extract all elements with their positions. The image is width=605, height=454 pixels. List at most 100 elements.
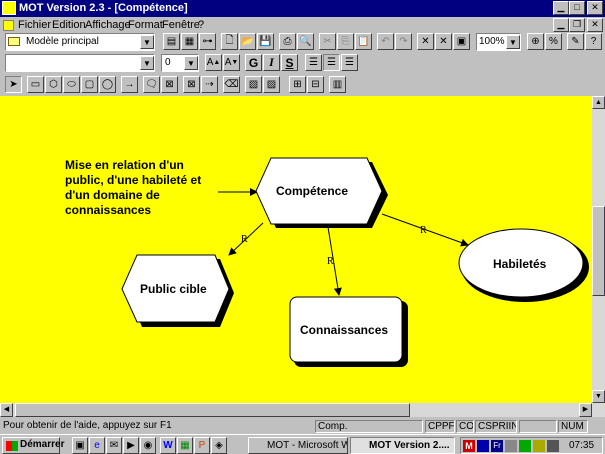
quicklaunch-excel-icon[interactable]: ▦	[177, 437, 193, 454]
menu-affichage[interactable]: Affichage	[85, 19, 131, 31]
quicklaunch-app-icon[interactable]: ◉	[140, 437, 156, 454]
bring-front-icon[interactable]: ▧	[245, 76, 262, 93]
italic-button[interactable]: I	[263, 54, 280, 71]
eraser-tool-icon[interactable]: ⌫	[223, 76, 240, 93]
delete-all-icon[interactable]: ✕	[435, 33, 452, 50]
model-select[interactable]: Modèle principal ▼	[5, 33, 155, 51]
close-button[interactable]: ✕	[587, 1, 603, 15]
oval-tool-icon[interactable]: ◯	[99, 76, 116, 93]
print-icon[interactable]: ⎙	[279, 33, 296, 50]
font-select[interactable]: ▼	[5, 54, 155, 72]
delete-icon[interactable]: ✕	[417, 33, 434, 50]
task-word[interactable]: MOT - Microsoft Word	[248, 437, 348, 454]
link-tool-icon[interactable]: ⊠	[161, 76, 178, 93]
ellipse-tool-icon[interactable]: ⬭	[63, 76, 80, 93]
redo-icon[interactable]: ↷	[395, 33, 412, 50]
scroll-left-button[interactable]: ◀	[0, 403, 13, 417]
scroll-down-button[interactable]: ▼	[592, 390, 605, 403]
menu-format[interactable]: Format	[128, 19, 163, 31]
clock[interactable]: 07:35	[569, 440, 594, 451]
decrease-font-icon[interactable]: A ▼	[223, 54, 240, 71]
chevron-down-icon[interactable]: ▼	[506, 35, 520, 49]
task-mot[interactable]: MOT Version 2....	[350, 437, 455, 454]
paste-icon[interactable]: 📋	[355, 33, 372, 50]
document-icon[interactable]	[3, 20, 14, 31]
zoom-value: 100%	[479, 36, 505, 47]
align-left-icon[interactable]: ☰	[305, 54, 322, 71]
vertical-scrollbar[interactable]: ▲ ▼	[592, 96, 605, 417]
menu-fenetre[interactable]: Fenêtre	[162, 19, 200, 31]
undo-icon[interactable]: ↶	[377, 33, 394, 50]
minimize-button[interactable]: ▁	[553, 1, 569, 15]
tray-printer-icon[interactable]	[547, 440, 559, 452]
start-label: Démarrer	[20, 439, 65, 450]
tray-network-icon[interactable]	[477, 440, 489, 452]
start-button[interactable]: Démarrer	[2, 437, 64, 454]
menu-fichier[interactable]: Fichier	[18, 19, 51, 31]
help-pointer-icon[interactable]: ?	[585, 33, 602, 50]
quicklaunch-outlook-icon[interactable]: ✉	[106, 437, 122, 454]
strike-button[interactable]: S	[281, 54, 298, 71]
copy-icon[interactable]: ⎘	[337, 33, 354, 50]
scroll-up-button[interactable]: ▲	[592, 96, 605, 109]
print-preview-icon[interactable]: 🔍	[297, 33, 314, 50]
quicklaunch-media-icon[interactable]: ▶	[123, 437, 139, 454]
group-tool-icon[interactable]: ⊠	[183, 76, 200, 93]
doc-close-button[interactable]: ✕	[587, 18, 603, 32]
maximize-button[interactable]: □	[569, 1, 585, 15]
pointer-icon[interactable]: ➤	[5, 76, 22, 93]
distribute-icon[interactable]: ⊟	[307, 76, 324, 93]
quicklaunch-desktop-icon[interactable]: ▣	[72, 437, 88, 454]
quicklaunch-ie-icon[interactable]: e	[89, 437, 105, 454]
tray-display-icon[interactable]	[519, 440, 531, 452]
zoom-select[interactable]: 100% ▼	[476, 33, 521, 51]
tray-security-icon[interactable]	[505, 440, 517, 452]
new-file-icon[interactable]: 🗋	[221, 33, 238, 50]
menu-edition[interactable]: Edition	[52, 19, 86, 31]
tray-language-icon[interactable]: Fr	[491, 440, 503, 452]
align-center-icon[interactable]: ☰	[323, 54, 340, 71]
quicklaunch-other-icon[interactable]: ◈	[211, 437, 227, 454]
chevron-down-icon[interactable]: ▼	[140, 56, 154, 70]
doc-restore-button[interactable]: ❐	[569, 18, 585, 32]
tray-app-icon[interactable]: M	[463, 440, 475, 452]
scroll-thumb-horizontal[interactable]	[15, 403, 410, 417]
quicklaunch-word-icon[interactable]: W	[160, 437, 176, 454]
scroll-thumb-vertical[interactable]	[592, 206, 605, 296]
sheet-icon[interactable]: ▤	[163, 33, 180, 50]
font-size-select[interactable]: 0 ▼	[161, 54, 199, 72]
align-grid-icon[interactable]: ⊞	[289, 76, 306, 93]
hexagon-tool-icon[interactable]: ⬡	[45, 76, 62, 93]
tree-icon[interactable]: ⊶	[199, 33, 216, 50]
percent-icon[interactable]: %	[545, 33, 562, 50]
link-label-public: R	[241, 234, 248, 245]
zoom-fit-icon[interactable]: ⊕	[527, 33, 544, 50]
grid-icon[interactable]: ▦	[181, 33, 198, 50]
cut-icon[interactable]: ✂	[319, 33, 336, 50]
arrow-tool-icon[interactable]: →	[121, 76, 138, 93]
comment-tool-icon[interactable]: 🗨	[143, 76, 160, 93]
tray-volume-icon[interactable]	[533, 440, 545, 452]
app-icon[interactable]	[2, 1, 16, 15]
send-back-icon[interactable]: ▨	[263, 76, 280, 93]
diagram-canvas[interactable]: Mise en relation d'un public, d'une habi…	[0, 96, 592, 403]
increase-font-icon[interactable]: A ▲	[205, 54, 222, 71]
menu-help[interactable]: ?	[198, 19, 204, 31]
align-right-icon[interactable]: ☰	[341, 54, 358, 71]
properties-icon[interactable]: ▣	[453, 33, 470, 50]
diagram-note[interactable]: Mise en relation d'un public, d'une habi…	[65, 158, 215, 218]
connect-tool-icon[interactable]: ⇢	[201, 76, 218, 93]
chevron-down-icon[interactable]: ▼	[184, 56, 198, 70]
pencil-icon[interactable]: ✎	[567, 33, 584, 50]
chevron-down-icon[interactable]: ▼	[140, 35, 154, 49]
quicklaunch-powerpoint-icon[interactable]: P	[194, 437, 210, 454]
doc-minimize-button[interactable]: ▁	[553, 18, 569, 32]
save-icon[interactable]: 💾	[257, 33, 274, 50]
bold-button[interactable]: G	[245, 54, 262, 71]
rounded-rect-tool-icon[interactable]: ▢	[81, 76, 98, 93]
scroll-right-button[interactable]: ▶	[579, 403, 592, 417]
horizontal-scrollbar[interactable]: ◀ ▶	[0, 403, 592, 417]
open-folder-icon[interactable]: 📂	[239, 33, 256, 50]
rectangle-tool-icon[interactable]: ▭	[27, 76, 44, 93]
layout-icon[interactable]: ▥	[329, 76, 346, 93]
